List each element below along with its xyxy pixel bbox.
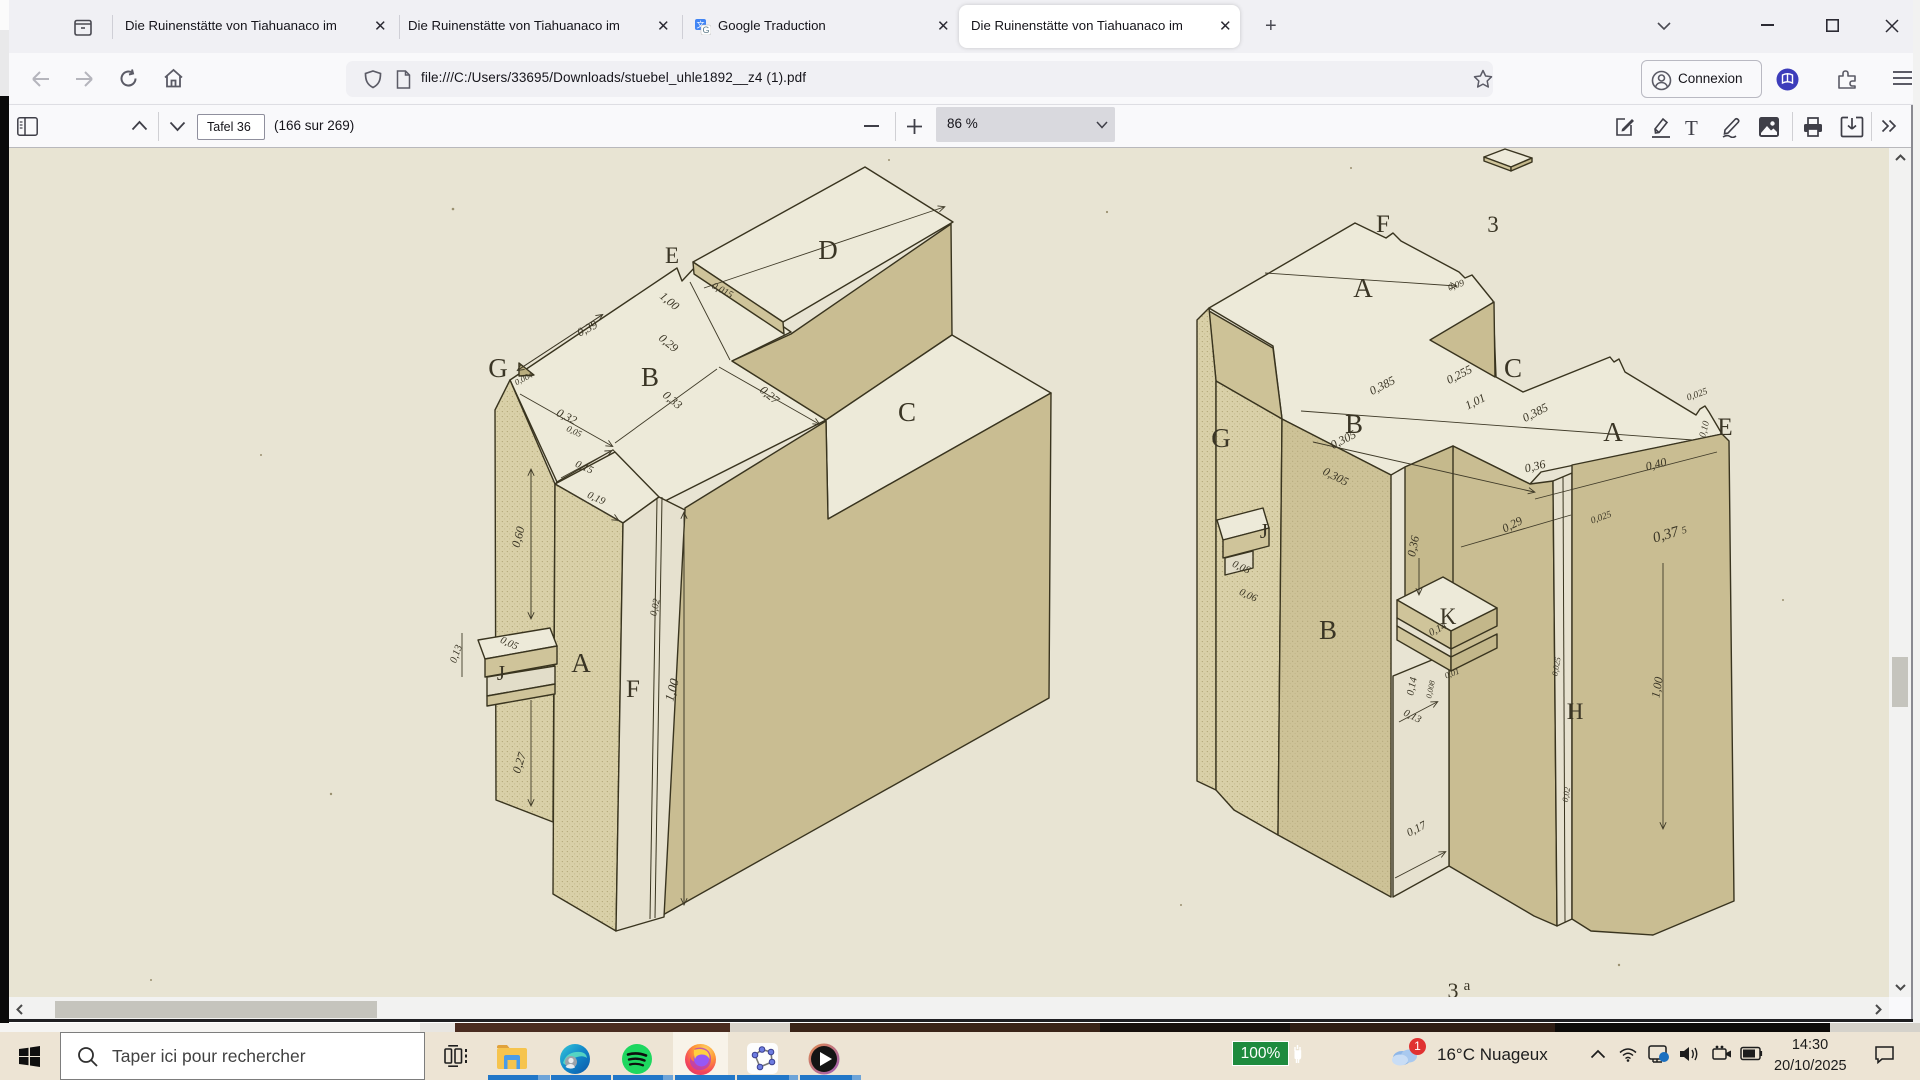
svg-text:D: D [818, 235, 838, 265]
svg-text:A: A [1603, 417, 1623, 447]
svg-text:G: G [488, 353, 508, 383]
svg-text:A: A [1353, 273, 1373, 303]
svg-text:H: H [1567, 699, 1584, 724]
svg-text:B: B [1319, 615, 1337, 645]
svg-text:J: J [1260, 519, 1268, 543]
svg-text:A: A [571, 648, 591, 678]
svg-text:F: F [626, 676, 640, 703]
svg-text:G: G [702, 25, 709, 35]
svg-text:F: F [1376, 211, 1390, 238]
svg-text:B: B [641, 362, 659, 392]
svg-text:J: J [497, 661, 505, 685]
svg-text:3: 3 [1487, 212, 1499, 237]
svg-text:G: G [1211, 423, 1231, 453]
svg-text:E: E [665, 243, 679, 268]
svg-text:C: C [898, 397, 916, 427]
svg-text:a: a [1464, 978, 1471, 994]
svg-text:E: E [1717, 414, 1732, 441]
svg-text:C: C [1504, 353, 1522, 383]
